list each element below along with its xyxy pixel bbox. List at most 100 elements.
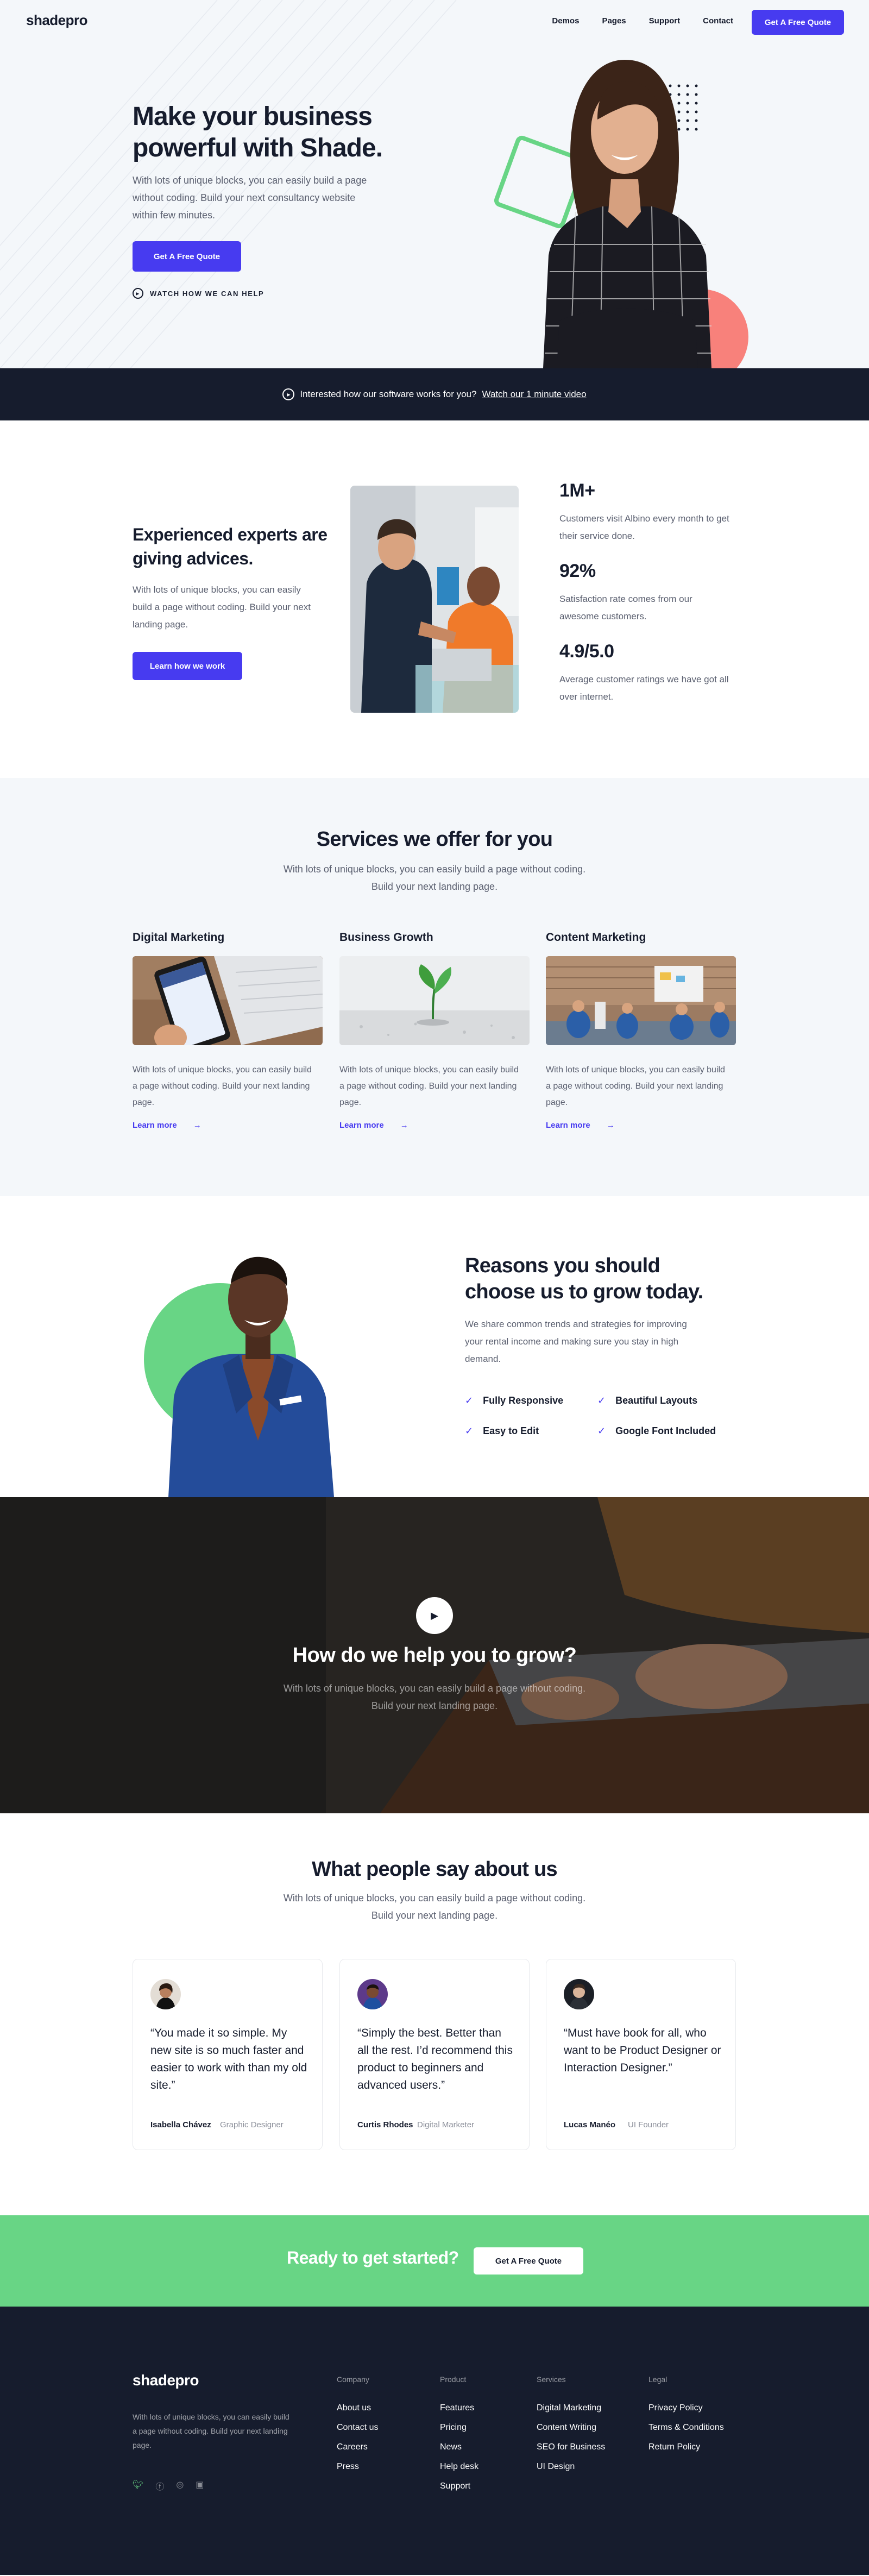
feature-beautiful-layouts: ✓ Beautiful Layouts [597,1395,697,1406]
footer-link[interactable]: Support [440,2481,478,2491]
experts-title: Experienced experts are giving advices. [133,525,328,568]
video-banner: ▶ Interested how our software works for … [0,368,869,420]
footer-link[interactable]: Help desk [440,2462,478,2472]
hero-quote-button[interactable]: Get A Free Quote [133,241,241,272]
nav-menu: Demos Pages Support Contact [552,16,733,26]
nav-item-demos[interactable]: Demos [552,16,579,26]
learn-more-label: Learn more [339,1121,384,1130]
stat-value: 92% [559,561,596,581]
footer-column-company: Company About us Contact us Careers Pres… [337,2375,378,2481]
businessman-image [144,1256,334,1497]
check-icon: ✓ [597,1395,606,1406]
avatar [357,1979,388,2009]
linkedin-icon[interactable]: ▣ [196,2479,204,2492]
testimonials-title: What people say about us [312,1858,558,1881]
learn-more-link[interactable]: Learn more → [133,1121,323,1130]
check-icon: ✓ [465,1395,474,1406]
testimonial-name: Isabella Chávez [150,2120,211,2129]
logo[interactable]: shadepro [26,12,88,29]
arrow-right-icon: → [400,1121,408,1130]
watch-video-label: WATCH HOW WE CAN HELP [150,289,265,298]
footer: shadepro With lots of unique blocks, you… [0,2307,869,2575]
hero-title: Make your business powerful with Shade. [133,102,383,162]
footer-link[interactable]: Digital Marketing [537,2403,605,2413]
service-title: Digital Marketing [133,931,225,944]
instagram-icon[interactable]: ◎ [176,2479,184,2492]
footer-column-legal: Legal Privacy Policy Terms & Conditions … [648,2375,724,2462]
stat-text: Satisfaction rate comes from our awesome… [559,594,692,621]
footer-link[interactable]: Privacy Policy [648,2403,724,2413]
footer-link[interactable]: Content Writing [537,2423,605,2433]
learn-how-we-work-button[interactable]: Learn how we work [133,652,242,680]
feature-easy-to-edit: ✓ Easy to Edit [465,1425,539,1437]
learn-more-link[interactable]: Learn more → [546,1121,736,1130]
twitter-icon[interactable]: 🐦︎ [133,2479,143,2492]
footer-link[interactable]: Features [440,2403,478,2413]
footer-link[interactable]: UI Design [537,2462,605,2472]
footer-column-services: Services Digital Marketing Content Writi… [537,2375,605,2481]
testimonial-card: “Simply the best. Better than all the re… [339,1959,530,2150]
learn-more-label: Learn more [133,1121,177,1130]
footer-link[interactable]: Return Policy [648,2442,724,2452]
reasons-text: We share common trends and strategies fo… [465,1319,687,1364]
top-navigation: shadepro Demos Pages Support Contact Get… [0,0,869,43]
video-title: How do we help you to grow? [292,1644,577,1667]
service-card-business-growth: Business Growth With lots of unique bloc… [339,931,530,1130]
avatar [150,1979,181,2009]
nav-item-support[interactable]: Support [649,16,681,26]
footer-column-product: Product Features Pricing News Help desk … [440,2375,478,2501]
hero-woman-image [494,60,748,368]
services-subtitle: With lots of unique blocks, you can easi… [283,864,586,892]
learn-more-label: Learn more [546,1121,590,1130]
stat-satisfaction: 92% Satisfaction rate comes from our awe… [559,561,733,625]
watch-video-link[interactable]: ▶ WATCH HOW WE CAN HELP [133,288,264,299]
phone-laptop-image [133,956,323,1053]
footer-link[interactable]: News [440,2442,478,2452]
facebook-icon[interactable]: ⓕ [155,2479,164,2492]
footer-column-head: Product [440,2375,467,2384]
footer-column-head: Company [337,2375,369,2384]
nav-quote-button[interactable]: Get A Free Quote [752,10,844,35]
footer-link[interactable]: About us [337,2403,378,2413]
footer-logo[interactable]: shadepro [133,2372,199,2389]
service-title: Content Marketing [546,931,646,944]
footer-link[interactable]: Pricing [440,2423,478,2433]
experts-section: Experienced experts are giving advices. … [0,420,869,778]
testimonial-quote: “Simply the best. Better than all the re… [357,2027,513,2091]
footer-link[interactable]: Contact us [337,2423,378,2433]
testimonial-role: Digital Marketer [417,2120,475,2129]
footer-link[interactable]: Careers [337,2442,378,2452]
testimonial-role: Graphic Designer [220,2120,284,2129]
learn-more-link[interactable]: Learn more → [339,1121,530,1130]
service-card-digital-marketing: Digital Marketing With lots of unique bl… [133,931,323,1130]
video-play-button[interactable]: ▶ [416,1597,453,1634]
footer-link[interactable]: Terms & Conditions [648,2423,724,2433]
feature-label: Fully Responsive [483,1395,564,1406]
footer-link[interactable]: Press [337,2462,378,2472]
cta-section: Ready to get started? Get A Free Quote [0,2215,869,2307]
testimonials-section: What people say about us With lots of un… [0,1813,869,2215]
handshake-photo [350,486,519,713]
arrow-right-icon: → [193,1121,201,1130]
reasons-title: Reasons you should choose us to grow tod… [465,1254,703,1303]
check-icon: ✓ [597,1425,606,1436]
services-section: Services we offer for you With lots of u… [0,778,869,1196]
stat-text: Customers visit Albino every month to ge… [559,513,729,541]
footer-link[interactable]: SEO for Business [537,2442,605,2452]
stat-value: 4.9/5.0 [559,641,614,662]
banner-video-link[interactable]: Watch our 1 minute video [482,389,586,400]
experts-text: With lots of unique blocks, you can easi… [133,585,311,630]
plant-sprout-image [339,956,530,1045]
cta-quote-button[interactable]: Get A Free Quote [474,2247,583,2275]
avatar [564,1979,594,2009]
banner-content: ▶ Interested how our software works for … [0,368,869,420]
nav-item-pages[interactable]: Pages [602,16,626,26]
feature-label: Google Font Included [615,1425,716,1436]
service-text: With lots of unique blocks, you can easi… [133,1065,312,1107]
stat-text: Average customer ratings we have got all… [559,674,729,702]
nav-item-contact[interactable]: Contact [703,16,733,26]
testimonial-quote: “You made it so simple. My new site is s… [150,2027,307,2091]
testimonials-subtitle: With lots of unique blocks, you can easi… [283,1893,586,1921]
team-meeting-image [546,956,736,1045]
stat-customers: 1M+ Customers visit Albino every month t… [559,480,733,545]
